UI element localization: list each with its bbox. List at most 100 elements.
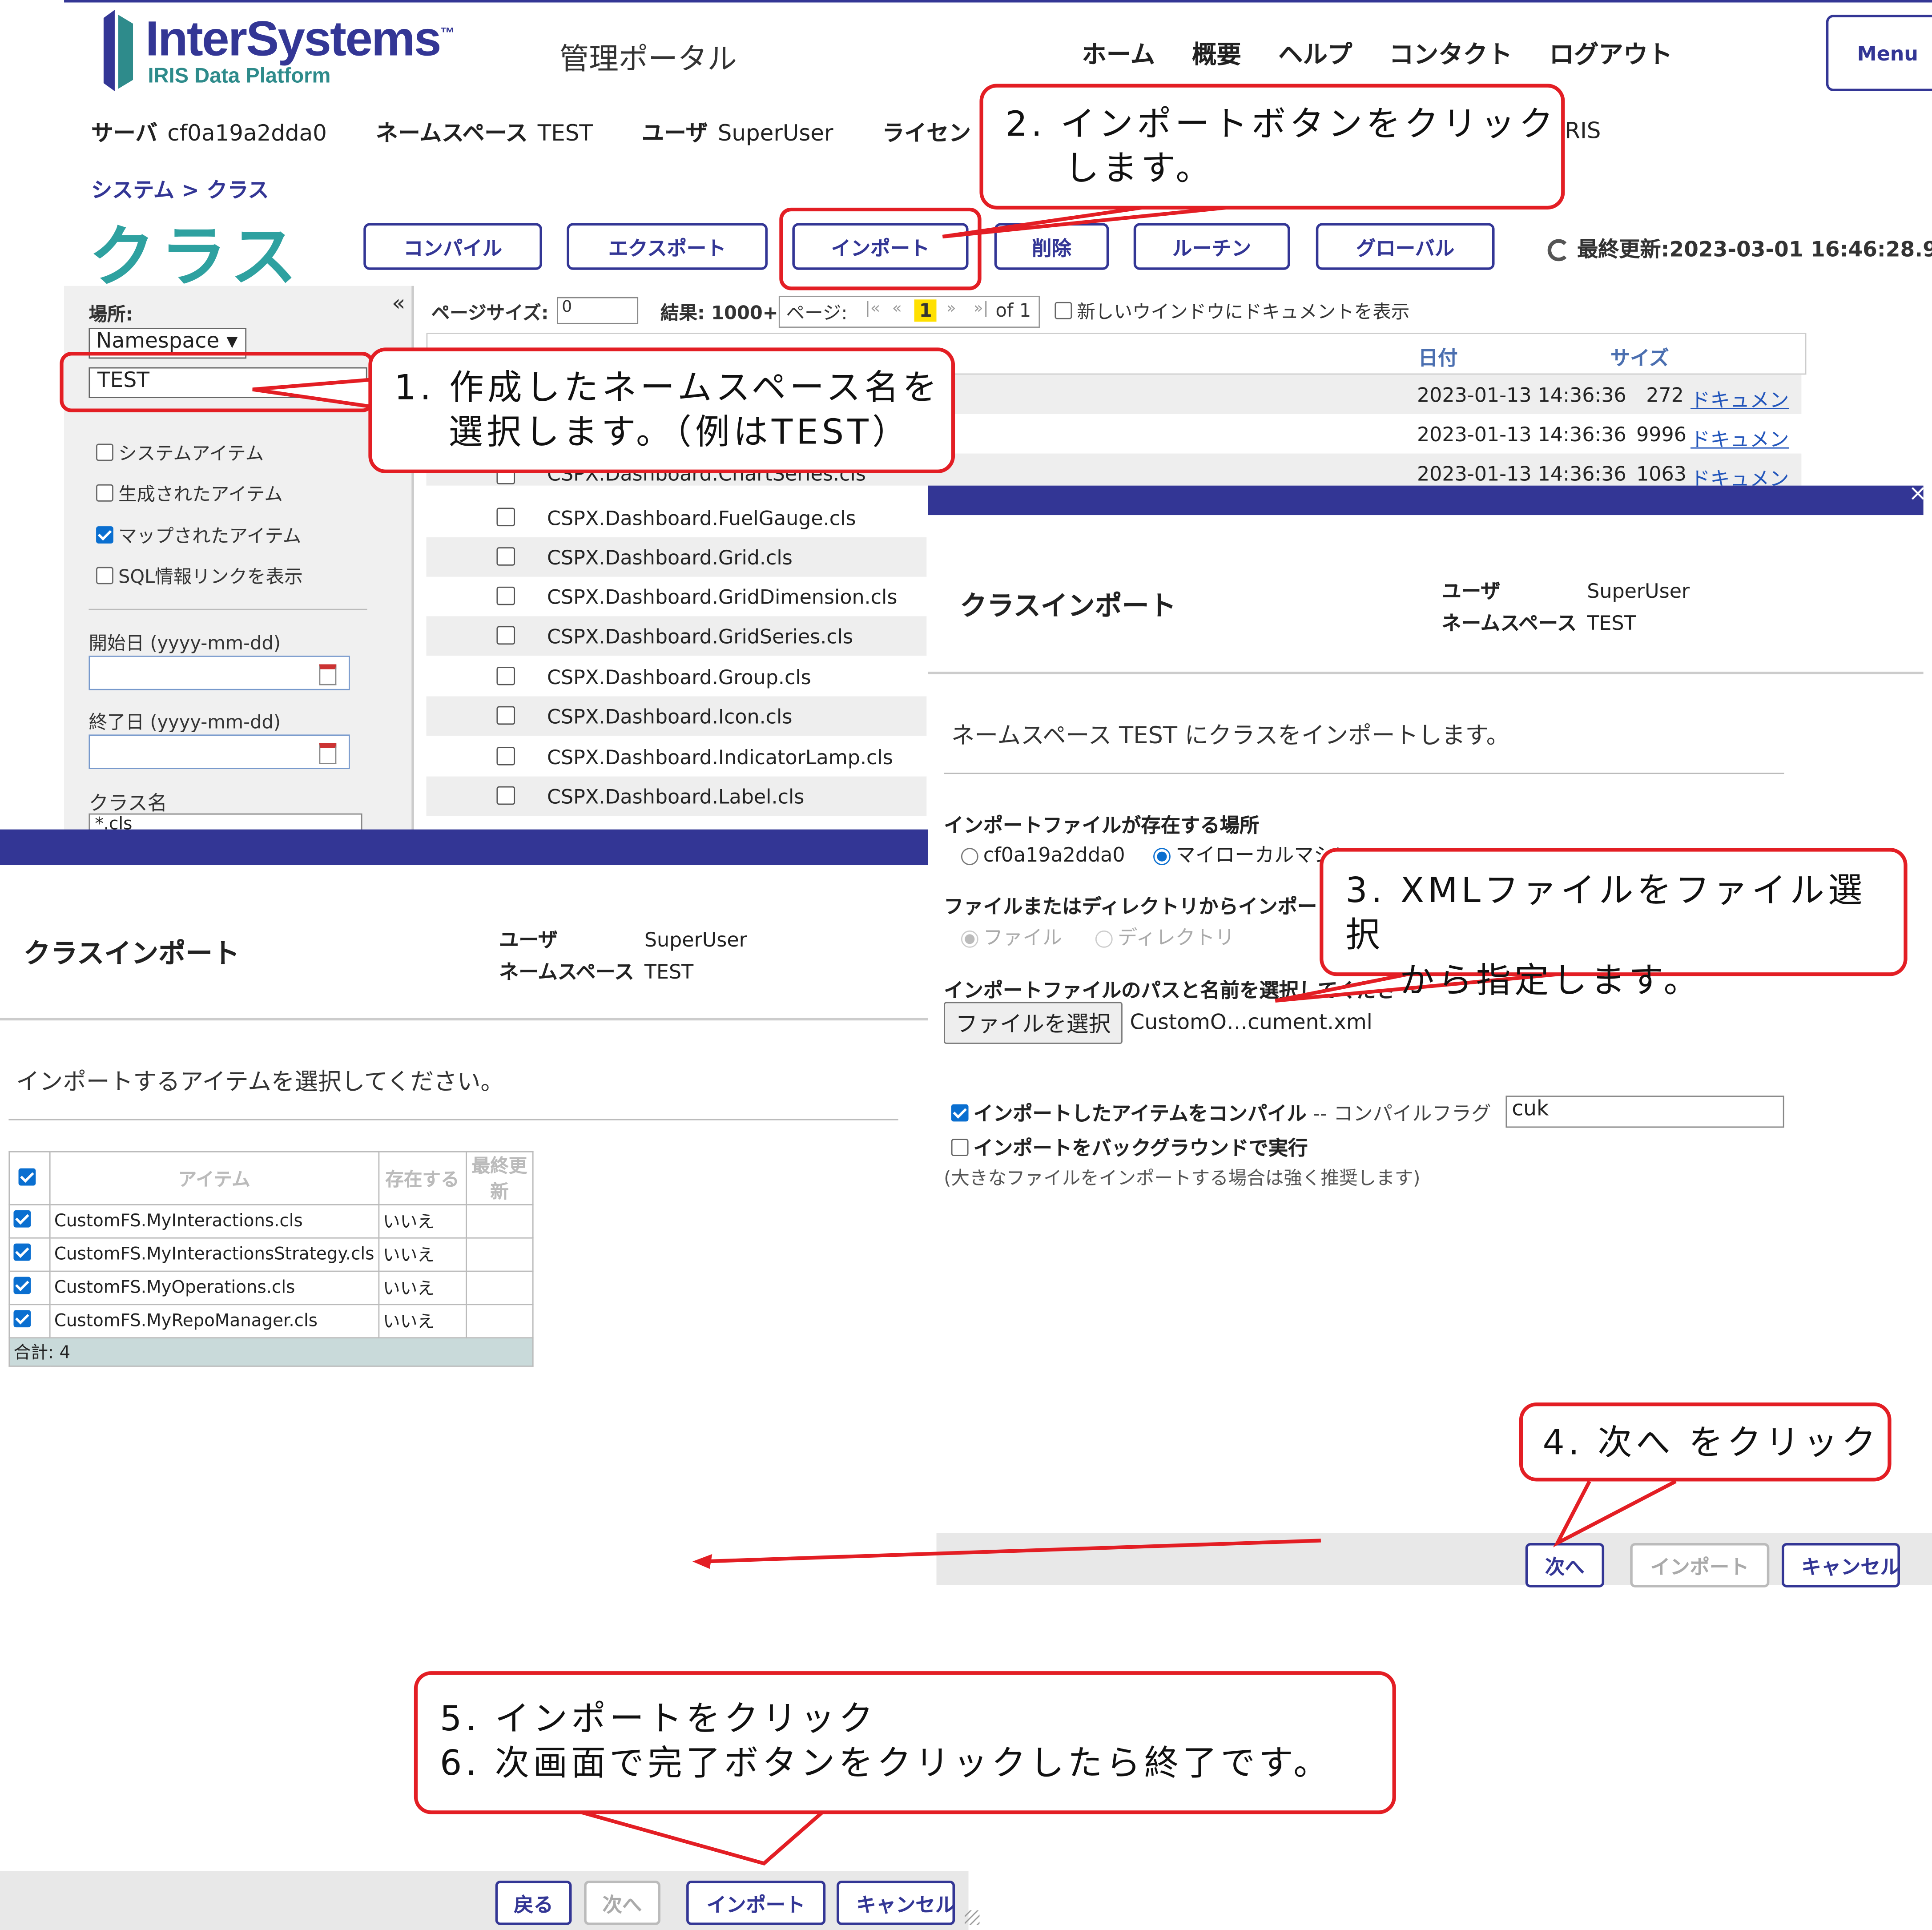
end-date-field[interactable] (89, 734, 350, 769)
item-column-header[interactable]: アイテム (49, 1151, 379, 1205)
calendar-icon[interactable] (319, 743, 337, 764)
new-window-option[interactable]: 新しいウインドウにドキュメントを表示 (1055, 298, 1409, 324)
compile-option[interactable]: インポートしたアイテムをコンパイル -- コンパイルフラグ (951, 1097, 1491, 1126)
mapped-items-option[interactable]: マップされたアイテム (96, 523, 301, 548)
exists-column-header[interactable]: 存在する (378, 1151, 467, 1205)
row-checkbox[interactable] (496, 706, 515, 725)
file-radio-option[interactable]: ファイル (961, 926, 1062, 949)
mapped-items-checkbox[interactable] (96, 525, 113, 543)
cancel-button[interactable]: キャンセル (1782, 1543, 1900, 1588)
row-checkbox[interactable] (496, 586, 515, 605)
row-checkbox-cell[interactable] (8, 1304, 51, 1339)
row-checkbox[interactable] (496, 547, 515, 566)
row-checkbox[interactable] (496, 626, 515, 645)
collapse-sidebar-icon[interactable]: « (392, 291, 406, 317)
calendar-icon[interactable] (319, 664, 337, 685)
dialog-title: クラスインポート (960, 591, 1176, 623)
import-intro: ネームスペース TEST にクラスをインポートします。 (951, 722, 1510, 749)
choose-file-button[interactable]: ファイルを選択 (944, 1002, 1123, 1044)
compile-checkbox[interactable] (951, 1104, 969, 1121)
global-button[interactable]: グローバル (1316, 223, 1495, 270)
last-modified-column-header[interactable]: 最終更新 (465, 1151, 534, 1205)
table-row[interactable]: CustomFS.MyRepoManager.cls いいえ (8, 1304, 534, 1339)
directory-radio-option[interactable]: ディレクトリ (1095, 926, 1235, 949)
row-checkbox[interactable] (13, 1310, 31, 1328)
table-row[interactable]: CSPX.Dashboard.Label.cls (426, 776, 927, 816)
row-checkbox[interactable] (13, 1277, 31, 1294)
generated-items-option[interactable]: 生成されたアイテム (96, 481, 283, 507)
resize-grip-icon[interactable] (965, 1910, 980, 1925)
close-icon[interactable]: × (1908, 481, 1927, 507)
date-column-header[interactable]: 日付 (1418, 341, 1458, 371)
sql-link-checkbox[interactable] (96, 566, 113, 584)
table-row[interactable]: CSPX.Dashboard.Group.cls (427, 657, 927, 697)
back-button[interactable]: 戻る (495, 1881, 572, 1925)
location-select[interactable]: Namespace ▼ (89, 328, 247, 359)
nav-contact[interactable]: コンタクト (1389, 40, 1512, 69)
table-row[interactable]: CustomFS.MyOperations.cls いいえ (8, 1270, 534, 1305)
delete-button[interactable]: 削除 (994, 223, 1109, 270)
row-checkbox[interactable] (13, 1210, 31, 1228)
background-option[interactable]: インポートをバックグラウンドで実行 (951, 1132, 1308, 1161)
select-all-cell[interactable] (8, 1151, 51, 1205)
menu-button[interactable]: Menu (1826, 15, 1932, 92)
server-radio[interactable] (961, 847, 978, 865)
table-row[interactable]: CustomFS.MyInteractionsStrategy.cls いいえ (8, 1237, 534, 1272)
namespace-field[interactable]: TEST (89, 367, 367, 398)
nav-help[interactable]: ヘルプ (1278, 40, 1352, 69)
logo-text[interactable]: InterSystems™ (145, 12, 455, 68)
compile-button[interactable]: コンパイル (363, 223, 542, 270)
table-row[interactable]: CSPX.Dashboard.GridDimension.cls (427, 577, 927, 616)
next-button[interactable]: 次へ (1525, 1543, 1605, 1588)
server-label: サーバ (91, 121, 158, 147)
system-items-checkbox[interactable] (96, 443, 113, 460)
first-page-icon[interactable]: |« (865, 299, 880, 318)
start-date-field[interactable] (89, 656, 350, 690)
table-row[interactable]: CSPX.Dashboard.FuelGauge.cls (427, 498, 927, 537)
import-button-disabled[interactable]: インポート (1630, 1543, 1770, 1588)
sql-link-option[interactable]: SQL情報リンクを表示 (96, 563, 303, 589)
table-row[interactable]: CSPX.Dashboard.Grid.cls (426, 537, 927, 577)
row-checkbox[interactable] (496, 666, 515, 685)
background-checkbox[interactable] (951, 1138, 969, 1156)
row-checkbox[interactable] (13, 1243, 31, 1261)
table-row[interactable]: CSPX.Dashboard.IndicatorLamp.cls (427, 737, 927, 777)
page-size-field[interactable]: 0 (557, 297, 639, 324)
table-row[interactable]: CustomFS.MyInteractions.cls いいえ (8, 1204, 534, 1239)
row-checkbox-cell[interactable] (8, 1237, 51, 1272)
document-link[interactable]: ドキュメント (1690, 462, 1801, 486)
prev-page-icon[interactable]: « (892, 299, 902, 318)
row-checkbox-cell[interactable] (8, 1204, 51, 1239)
generated-items-checkbox[interactable] (96, 484, 113, 501)
next-button-disabled[interactable]: 次へ (584, 1881, 660, 1925)
size-column-header[interactable]: サイズ (1610, 341, 1669, 371)
cancel-button[interactable]: キャンセル (837, 1881, 955, 1925)
next-page-icon[interactable]: » (946, 299, 956, 318)
export-button[interactable]: エクスポート (567, 223, 768, 270)
select-all-checkbox[interactable] (18, 1168, 36, 1185)
new-window-checkbox[interactable] (1055, 301, 1072, 319)
last-page-icon[interactable]: »| (974, 299, 989, 318)
import-button[interactable]: インポート (792, 223, 969, 270)
breadcrumb[interactable]: システム > クラス (91, 173, 269, 203)
nav-logout[interactable]: ログアウト (1550, 40, 1673, 69)
local-radio[interactable] (1153, 847, 1171, 865)
directory-radio[interactable] (1095, 930, 1113, 947)
compile-flags-field[interactable]: cuk (1505, 1096, 1784, 1128)
refresh-icon[interactable] (1547, 239, 1570, 262)
server-radio-option[interactable]: cf0a19a2dda0 (961, 843, 1125, 866)
import-button[interactable]: インポート (686, 1881, 826, 1925)
routine-button[interactable]: ルーチン (1133, 223, 1290, 270)
file-radio[interactable] (961, 930, 978, 947)
nav-home[interactable]: ホーム (1082, 40, 1155, 69)
current-page[interactable]: 1 (914, 299, 937, 322)
table-row[interactable]: CSPX.Dashboard.Icon.cls (426, 696, 927, 736)
row-checkbox[interactable] (496, 747, 515, 766)
last-update[interactable]: 最終更新:2023-03-01 16:46:28.951 (1547, 232, 1932, 262)
nav-about[interactable]: 概要 (1192, 40, 1241, 69)
row-checkbox[interactable] (496, 786, 515, 805)
system-items-option[interactable]: システムアイテム (96, 440, 264, 466)
row-checkbox-cell[interactable] (8, 1270, 51, 1305)
table-row[interactable]: CSPX.Dashboard.GridSeries.cls (426, 616, 927, 656)
row-checkbox[interactable] (496, 508, 515, 527)
